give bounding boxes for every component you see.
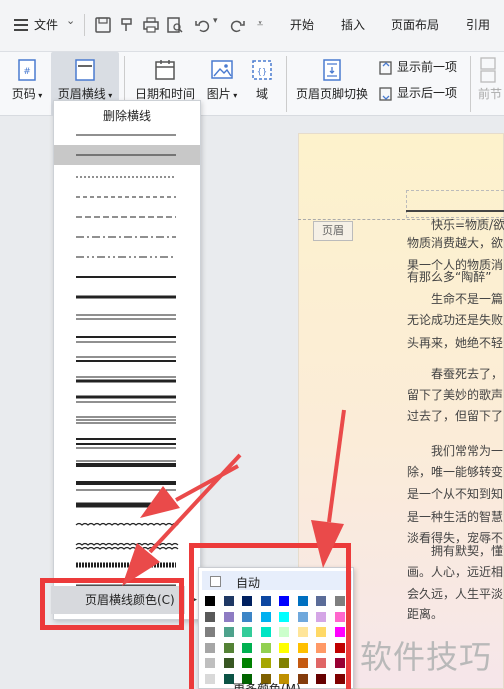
field-icon: {}	[252, 60, 272, 80]
line-style-option[interactable]	[75, 522, 179, 526]
document-line: 我们常常为一	[431, 444, 504, 458]
page-number-icon: #	[18, 59, 36, 81]
link-previous-icon	[480, 57, 496, 83]
svg-text:#: #	[23, 67, 31, 77]
document-line: 是一个从不知到知	[407, 487, 504, 501]
line-style-option[interactable]	[76, 481, 176, 491]
document-line: 留下了美妙的歌声	[407, 388, 504, 402]
line-style-option[interactable]	[76, 376, 176, 383]
line-style-option[interactable]	[76, 438, 176, 449]
document-line: 生命不是一篇	[431, 292, 504, 306]
tab-insert[interactable]: 插入	[341, 16, 365, 33]
line-style-wave	[75, 542, 179, 546]
show-previous-button[interactable]: 显示前一项	[378, 58, 457, 78]
line-style-option[interactable]	[76, 460, 176, 467]
header-horizontal-line	[406, 210, 504, 212]
document-line: 过去了，但留下了	[407, 409, 504, 423]
line-style-option[interactable]	[76, 356, 176, 362]
line-style-wave	[75, 546, 179, 550]
line-style-option[interactable]	[76, 336, 176, 343]
header-line-label: 页眉横线	[57, 87, 106, 101]
document-line: 春蚕死去了，	[431, 367, 504, 381]
menu-bar: 文件 ⌄ ▾ ⩡ 开始 插入 页面布局 引用	[0, 0, 504, 52]
header-footer-switch-button[interactable]: 页眉页脚切换	[294, 52, 370, 116]
same-as-previous-button[interactable]	[478, 56, 501, 83]
watermark: 软件技巧	[360, 638, 493, 676]
line-style-option[interactable]	[76, 395, 176, 403]
highlight-box-color-option	[40, 578, 184, 630]
chevron-down-icon[interactable]: ⌄	[66, 14, 75, 27]
document-line: 除，唯一能够转变	[407, 465, 504, 479]
next-item-icon	[379, 86, 392, 101]
file-menu[interactable]: 文件	[34, 16, 58, 33]
line-style-list	[75, 134, 179, 591]
field-button[interactable]: {} 域	[248, 52, 276, 116]
svg-text:{}: {}	[257, 67, 267, 76]
tab-references[interactable]: 引用	[466, 16, 490, 33]
header-tag: 页眉	[313, 221, 353, 241]
show-next-label: 显示后一项	[397, 86, 458, 100]
tab-start[interactable]: 开始	[290, 16, 314, 33]
hamburger-icon[interactable]	[14, 19, 28, 31]
tab-page-layout[interactable]: 页面布局	[391, 16, 439, 33]
page-number-label: 页码	[11, 87, 36, 101]
document-line: 淡看得失，宠辱不	[407, 531, 504, 545]
print-icon[interactable]	[142, 16, 160, 34]
picture-button[interactable]: 图片 ▾	[202, 52, 242, 116]
print-preview-icon[interactable]	[166, 16, 184, 34]
document-line: 无论成功还是失败	[407, 313, 504, 327]
format-painter-icon[interactable]	[118, 16, 136, 34]
line-style-option[interactable]	[75, 542, 179, 550]
customize-toolbar-icon[interactable]: ⩡	[257, 17, 263, 31]
document-line: 是一种生活的智慧	[407, 510, 504, 524]
field-label: 域	[255, 87, 268, 101]
highlight-box-palette	[189, 543, 351, 689]
line-style-option[interactable]	[76, 416, 176, 424]
document-line: 拥有默契，懂	[431, 544, 504, 558]
redo-icon[interactable]	[228, 16, 246, 34]
undo-dropdown-icon[interactable]: ▾	[213, 16, 218, 26]
document-line: 画。人心，远近相	[407, 565, 504, 579]
show-next-button[interactable]: 显示后一项	[378, 84, 457, 104]
document-line: 会久远，人生平淡	[407, 587, 504, 601]
show-previous-label: 显示前一项	[397, 60, 458, 74]
page-number-button[interactable]: # 页码 ▾	[6, 52, 48, 116]
header-line-dropdown: 删除横线	[53, 100, 201, 620]
picture-icon	[211, 60, 233, 79]
same-as-previous-label: 前节	[478, 87, 503, 101]
undo-icon[interactable]	[194, 16, 212, 34]
calendar-icon	[155, 60, 175, 80]
previous-item-icon	[379, 60, 392, 75]
header-area[interactable]	[406, 190, 504, 218]
picture-label: 图片	[206, 87, 231, 101]
switch-icon	[323, 59, 341, 81]
document-line: 距离。	[407, 607, 444, 621]
document-line: 有那么多“陶醉”	[407, 270, 492, 284]
document-line: 快乐=物质/欲	[431, 218, 504, 232]
line-style-option[interactable]	[76, 314, 176, 320]
switch-label: 页眉页脚切换	[295, 87, 368, 101]
document-line: 头再来，她绝不轻	[407, 336, 504, 350]
save-icon[interactable]	[94, 16, 112, 34]
header-line-icon	[75, 59, 95, 81]
line-style-wave	[75, 522, 179, 526]
document-line: 物质消费越大，欲	[407, 236, 504, 250]
